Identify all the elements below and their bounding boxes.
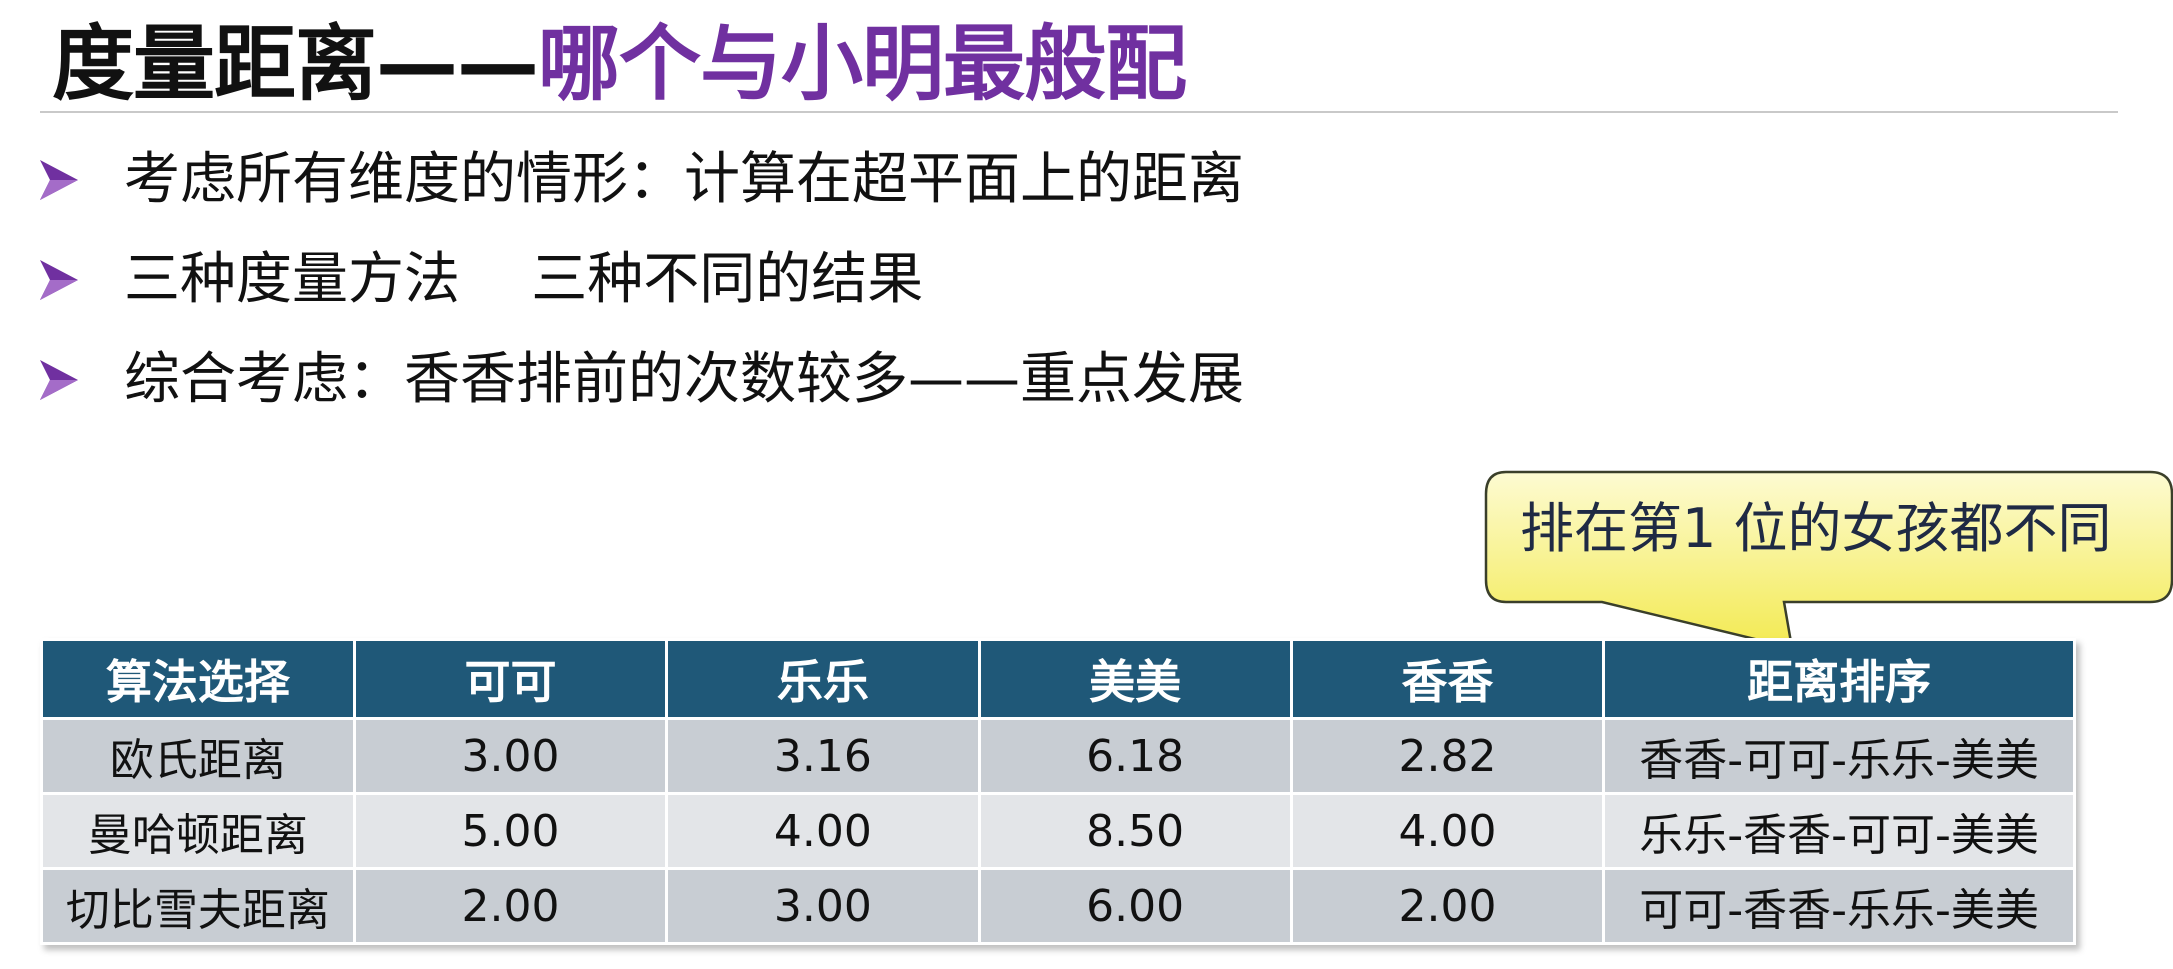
table-header-row: 算法选择 可可 乐乐 美美 香香 距离排序 [40,638,2076,720]
callout-text: 排在第1 位的女孩都不同 [1520,497,2112,560]
table-cell: 3.00 [665,867,981,945]
table-cell: 曼哈顿距离 [40,792,356,870]
header-cell-xiangxiang: 香香 [1289,638,1606,720]
bullet-arrow-icon [40,260,78,300]
header-cell-ranking: 距离排序 [1602,638,2076,720]
table-cell: 2.00 [1289,867,1606,945]
header-cell-meimei: 美美 [977,638,1293,720]
bullet-item: 考虑所有维度的情形：计算在超平面上的距离 [38,130,1244,230]
distance-comparison-table: 算法选择 可可 乐乐 美美 香香 距离排序 欧氏距离 3.00 3.16 6.1… [40,638,2076,945]
header-cell-algorithm: 算法选择 [40,638,356,720]
table-cell: 乐乐-香香-可可-美美 [1602,792,2076,870]
table-cell: 4.00 [1289,792,1606,870]
header-cell-keke: 可可 [352,638,669,720]
table-cell: 3.16 [665,717,981,795]
table-cell: 8.50 [977,792,1293,870]
table-cell: 2.00 [352,867,669,945]
bullet-item: 三种度量方法 三种不同的结果 [38,230,1244,330]
title-main: 度量距离—— [52,17,539,112]
bullet-item: 综合考虑：香香排前的次数较多——重点发展 [38,330,1244,430]
header-cell-lele: 乐乐 [665,638,981,720]
table-cell: 3.00 [352,717,669,795]
table-row: 曼哈顿距离 5.00 4.00 8.50 4.00 乐乐-香香-可可-美美 [40,792,2076,870]
table-cell: 6.00 [977,867,1293,945]
callout-note: 排在第1 位的女孩都不同 [1484,470,2173,656]
page-title: 度量距离——哪个与小明最般配 [52,10,1187,120]
bullet-arrow-icon [40,160,78,200]
table-cell: 4.00 [665,792,981,870]
table-row: 欧氏距离 3.00 3.16 6.18 2.82 香香-可可-乐乐-美美 [40,717,2076,795]
bullet-arrow-icon [40,360,78,400]
table-cell: 5.00 [352,792,669,870]
table-cell: 欧氏距离 [40,717,356,795]
table-cell: 香香-可可-乐乐-美美 [1602,717,2076,795]
bullet-list: 考虑所有维度的情形：计算在超平面上的距离 三种度量方法 三种不同的结果 综合考虑… [38,130,1244,430]
title-divider [40,111,2118,113]
title-highlight: 哪个与小明最般配 [538,17,1187,112]
bullet-text: 综合考虑：香香排前的次数较多——重点发展 [124,347,1244,412]
bullet-text: 三种度量方法 三种不同的结果 [124,247,924,312]
table-cell: 2.82 [1289,717,1606,795]
table-cell: 可可-香香-乐乐-美美 [1602,867,2076,945]
table-cell: 6.18 [977,717,1293,795]
table-cell: 切比雪夫距离 [40,867,356,945]
bullet-text: 考虑所有维度的情形：计算在超平面上的距离 [124,147,1244,212]
table-row: 切比雪夫距离 2.00 3.00 6.00 2.00 可可-香香-乐乐-美美 [40,867,2076,945]
